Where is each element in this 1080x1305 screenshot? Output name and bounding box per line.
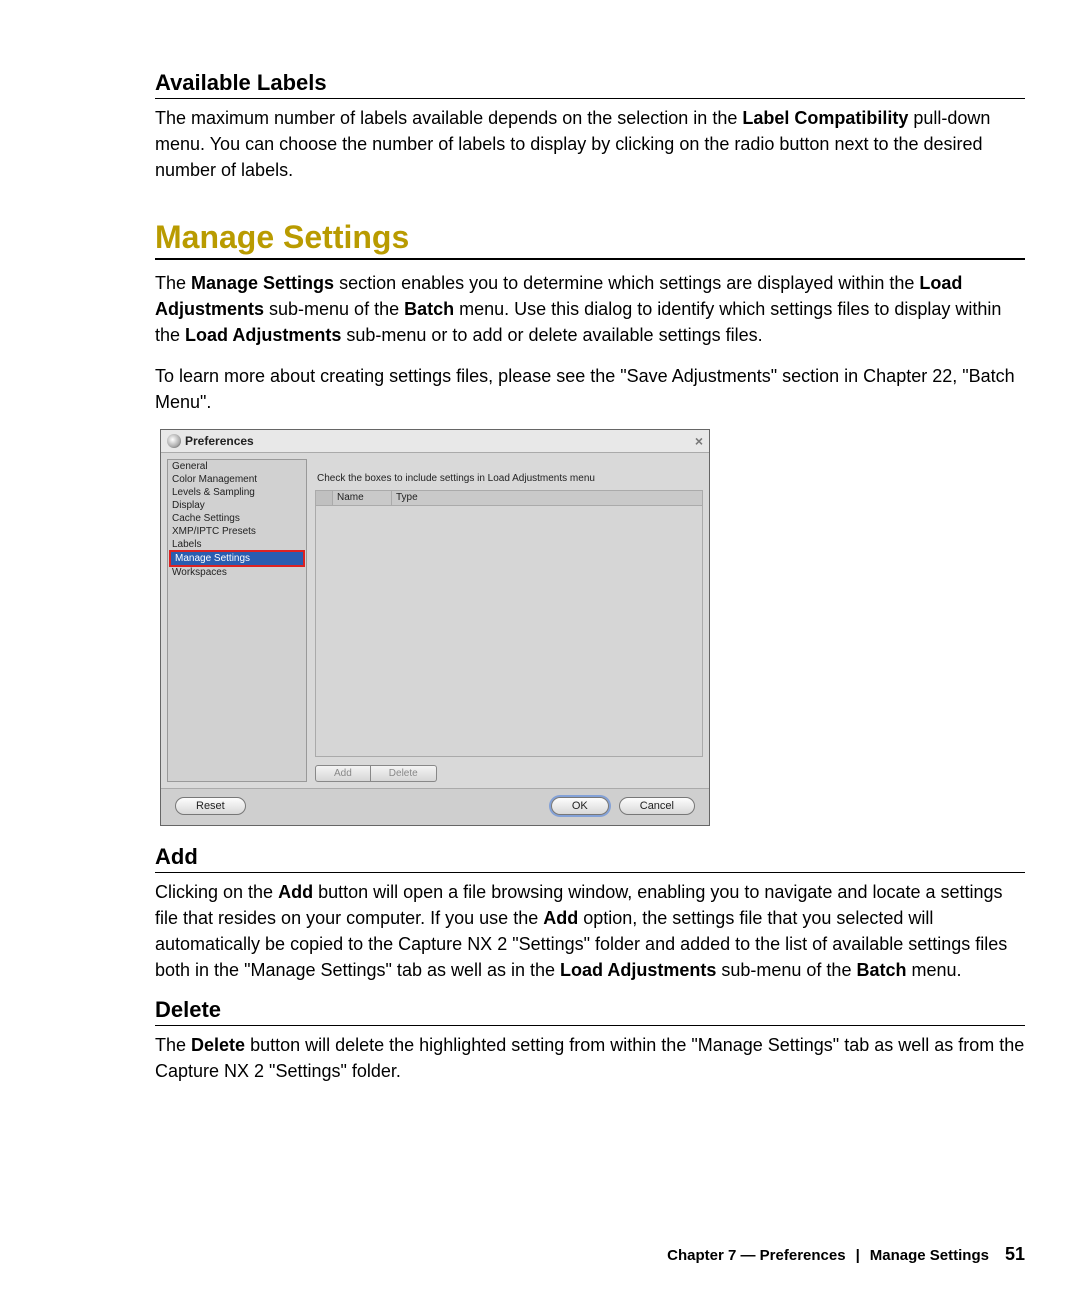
sidebar-item-workspaces[interactable]: Workspaces bbox=[168, 566, 306, 579]
settings-list[interactable] bbox=[315, 506, 703, 757]
reset-button[interactable]: Reset bbox=[175, 797, 246, 815]
text-bold: Delete bbox=[191, 1035, 245, 1055]
text: The maximum number of labels available d… bbox=[155, 108, 742, 128]
preferences-sidebar: General Color Management Levels & Sampli… bbox=[167, 459, 307, 782]
dialog-instruction: Check the boxes to include settings in L… bbox=[315, 459, 703, 490]
page-number: 51 bbox=[1005, 1244, 1025, 1265]
heading-manage-settings: Manage Settings bbox=[155, 219, 1025, 260]
column-type: Type bbox=[392, 491, 702, 505]
para-manage-settings-1: The Manage Settings section enables you … bbox=[155, 270, 1025, 348]
cancel-button[interactable]: Cancel bbox=[619, 797, 695, 815]
sidebar-item-general[interactable]: General bbox=[168, 460, 306, 473]
text: The bbox=[155, 1035, 191, 1055]
heading-add: Add bbox=[155, 844, 1025, 873]
footer-separator: | bbox=[856, 1247, 860, 1264]
text-bold: Manage Settings bbox=[191, 273, 334, 293]
sidebar-item-levels-sampling[interactable]: Levels & Sampling bbox=[168, 486, 306, 499]
heading-delete: Delete bbox=[155, 997, 1025, 1026]
sidebar-item-display[interactable]: Display bbox=[168, 499, 306, 512]
text-bold: Batch bbox=[404, 299, 454, 319]
text: button will delete the highlighted setti… bbox=[155, 1035, 1024, 1081]
add-button[interactable]: Add bbox=[315, 765, 371, 782]
delete-button[interactable]: Delete bbox=[371, 765, 437, 782]
ok-button[interactable]: OK bbox=[551, 797, 609, 815]
heading-available-labels: Available Labels bbox=[155, 70, 1025, 99]
column-checkbox bbox=[316, 491, 333, 505]
para-add: Clicking on the Add button will open a f… bbox=[155, 879, 1025, 983]
text-bold: Label Compatibility bbox=[742, 108, 908, 128]
text-bold: Add bbox=[543, 908, 578, 928]
text: menu. bbox=[906, 960, 961, 980]
page-footer: Chapter 7 — Preferences | Manage Setting… bbox=[155, 1244, 1025, 1265]
text: section enables you to determine which s… bbox=[334, 273, 919, 293]
sidebar-item-color-management[interactable]: Color Management bbox=[168, 473, 306, 486]
text: sub-menu or to add or delete available s… bbox=[341, 325, 762, 345]
text: sub-menu of the bbox=[716, 960, 856, 980]
text: sub-menu of the bbox=[264, 299, 404, 319]
sidebar-item-xmp-iptc-presets[interactable]: XMP/IPTC Presets bbox=[168, 525, 306, 538]
para-manage-settings-2: To learn more about creating settings fi… bbox=[155, 363, 1025, 415]
close-icon[interactable]: × bbox=[695, 433, 703, 449]
text-bold: Add bbox=[278, 882, 313, 902]
footer-chapter: Chapter 7 — Preferences bbox=[667, 1247, 845, 1264]
text-bold: Load Adjustments bbox=[185, 325, 341, 345]
para-available-labels: The maximum number of labels available d… bbox=[155, 105, 1025, 183]
dialog-title: Preferences bbox=[185, 434, 254, 448]
dialog-titlebar: Preferences × bbox=[161, 430, 709, 453]
text-bold: Load Adjustments bbox=[560, 960, 716, 980]
preferences-dialog-image: Preferences × General Color Management L… bbox=[160, 429, 710, 826]
sidebar-item-manage-settings[interactable]: Manage Settings bbox=[169, 550, 305, 567]
text-bold: Batch bbox=[856, 960, 906, 980]
column-name: Name bbox=[333, 491, 392, 505]
settings-list-header: Name Type bbox=[315, 490, 703, 506]
text: Clicking on the bbox=[155, 882, 278, 902]
app-icon bbox=[167, 434, 181, 448]
text: The bbox=[155, 273, 191, 293]
sidebar-item-cache-settings[interactable]: Cache Settings bbox=[168, 512, 306, 525]
para-delete: The Delete button will delete the highli… bbox=[155, 1032, 1025, 1084]
footer-section: Manage Settings bbox=[870, 1247, 989, 1264]
